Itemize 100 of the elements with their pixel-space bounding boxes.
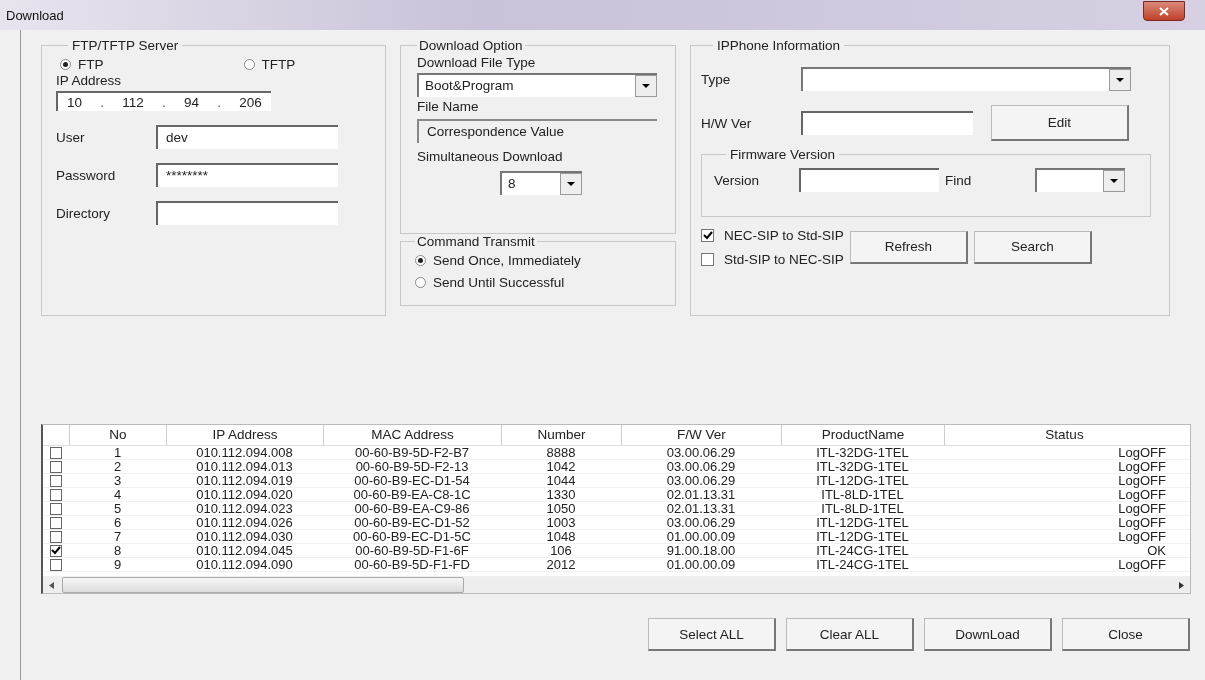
column-header[interactable]: Status bbox=[944, 425, 1184, 445]
edit-button[interactable]: Edit bbox=[991, 105, 1129, 141]
column-header[interactable]: MAC Address bbox=[323, 425, 501, 445]
column-header[interactable]: No bbox=[69, 425, 166, 445]
table-cell-text: LogOFF bbox=[1117, 558, 1167, 571]
horizontal-scrollbar[interactable] bbox=[43, 577, 1190, 593]
row-checkbox[interactable] bbox=[50, 558, 62, 571]
type-dropdown[interactable] bbox=[801, 67, 1131, 91]
table-cell-text: 00-60-B9-5D-F1-6F bbox=[354, 544, 470, 557]
radio-button[interactable] bbox=[60, 58, 71, 70]
table-cell-text: 3 bbox=[112, 474, 123, 487]
field-label: Type bbox=[701, 71, 732, 87]
table-cell-text: LogOFF bbox=[1117, 474, 1167, 487]
input-field[interactable]: ******** bbox=[156, 163, 338, 187]
table-cell-text: 00-60-B9-EA-C9-86 bbox=[353, 502, 471, 515]
table-cell-text: 00-60-B9-5D-F2-B7 bbox=[353, 446, 471, 459]
table-cell-text: 91.00.18.00 bbox=[665, 544, 737, 557]
field-label: Find bbox=[944, 172, 973, 188]
table-cell-text: 03.00.06.29 bbox=[665, 460, 737, 473]
action-button[interactable]: Select ALL bbox=[648, 618, 776, 651]
table-cell-text: 03.00.06.29 bbox=[665, 446, 737, 459]
table-cell-text: ITL-32DG-1TEL bbox=[815, 446, 910, 459]
radio-button[interactable] bbox=[415, 276, 426, 288]
checkbox-label[interactable]: NEC-SIP to Std-SIP bbox=[724, 227, 844, 243]
table-cell-text: ITL-12DG-1TEL bbox=[815, 516, 910, 529]
table-cell-text: 4 bbox=[112, 488, 123, 501]
input-field[interactable] bbox=[801, 111, 973, 135]
action-button[interactable]: Refresh bbox=[849, 230, 968, 264]
group-title: Command Transmit bbox=[416, 234, 536, 249]
table-cell-text: 02.01.13.31 bbox=[665, 502, 737, 515]
table-cell-text: LogOFF bbox=[1117, 488, 1167, 501]
close-button[interactable] bbox=[1143, 1, 1185, 21]
close-icon bbox=[1159, 6, 1169, 16]
row-checkbox[interactable] bbox=[50, 460, 62, 473]
radio-label[interactable]: Send Once, Immediately bbox=[433, 252, 581, 268]
row-checkbox[interactable] bbox=[50, 544, 62, 557]
row-checkbox[interactable] bbox=[50, 474, 62, 487]
table-cell-text: 02.01.13.31 bbox=[665, 488, 737, 501]
table-cell-text: ITL-24CG-1TEL bbox=[815, 544, 910, 557]
table-cell-text: ITL-8LD-1TEL bbox=[820, 488, 905, 501]
column-header[interactable]: Number bbox=[501, 425, 621, 445]
input-field[interactable] bbox=[156, 201, 338, 225]
table-cell-text: 00-60-B9-EC-D1-5C bbox=[352, 530, 472, 543]
column-header[interactable]: ProductName bbox=[781, 425, 944, 445]
row-checkbox[interactable] bbox=[50, 516, 62, 529]
table-cell-text: 00-60-B9-5D-F1-FD bbox=[353, 558, 471, 571]
group-title: Download Option bbox=[418, 38, 524, 53]
file-name-field: Correspondence Value bbox=[417, 119, 657, 143]
field-label: H/W Ver bbox=[701, 115, 753, 131]
group-title: FTP/TFTP Server bbox=[71, 38, 180, 53]
action-button[interactable]: Search bbox=[973, 230, 1092, 264]
column-header[interactable]: IP Address bbox=[166, 425, 323, 445]
radio-label[interactable]: FTP bbox=[78, 56, 104, 72]
row-checkbox[interactable] bbox=[50, 502, 62, 515]
action-button[interactable]: Clear ALL bbox=[786, 618, 914, 651]
radio-button[interactable] bbox=[243, 58, 255, 70]
check-icon bbox=[702, 230, 713, 240]
field-label: File Name bbox=[417, 98, 480, 116]
action-button[interactable]: Close bbox=[1062, 618, 1190, 651]
table-cell-text: 010.112.094.045 bbox=[195, 544, 294, 557]
table-cell-text: 1044 bbox=[545, 474, 577, 487]
group-title: Firmware Version bbox=[729, 147, 837, 162]
table-cell-text: 03.00.06.29 bbox=[665, 516, 737, 529]
file-type-dropdown[interactable]: Boot&Program bbox=[417, 73, 657, 97]
input-field[interactable] bbox=[799, 168, 939, 192]
table-cell-text: LogOFF bbox=[1117, 502, 1167, 515]
table-cell-text: 106 bbox=[549, 544, 573, 557]
window-title: Download bbox=[6, 7, 64, 23]
radio-label[interactable]: Send Until Successful bbox=[433, 274, 565, 290]
find-dropdown[interactable] bbox=[1035, 168, 1125, 192]
table-cell-text: 1042 bbox=[545, 460, 577, 473]
field-label: Download File Type bbox=[417, 54, 537, 72]
field-label: Directory bbox=[56, 205, 111, 221]
table-cell-text: 8888 bbox=[545, 446, 577, 459]
table-cell-text: 010.112.094.026 bbox=[195, 516, 294, 529]
column-header[interactable]: F/W Ver bbox=[621, 425, 781, 445]
simultaneous-dropdown[interactable]: 8 bbox=[500, 171, 582, 195]
input-field[interactable]: dev bbox=[156, 125, 338, 149]
table-cell-text: LogOFF bbox=[1117, 446, 1167, 459]
row-checkbox[interactable] bbox=[50, 446, 62, 459]
checkbox[interactable] bbox=[701, 228, 714, 242]
table-cell-text: 010.112.094.030 bbox=[195, 530, 294, 543]
row-checkbox[interactable] bbox=[50, 530, 62, 543]
row-checkbox[interactable] bbox=[50, 488, 62, 501]
scroll-right-icon bbox=[1179, 581, 1184, 589]
ip-address-field[interactable]: 10 . 112 . 94 . 206 bbox=[56, 91, 271, 111]
scroll-thumb[interactable] bbox=[62, 577, 464, 593]
checkbox[interactable] bbox=[701, 252, 714, 266]
checkbox-label[interactable]: Std-SIP to NEC-SIP bbox=[724, 251, 844, 267]
radio-label[interactable]: TFTP bbox=[261, 56, 296, 72]
radio-button[interactable] bbox=[415, 254, 426, 266]
action-button[interactable]: DownLoad bbox=[924, 618, 1052, 651]
table-cell-text: 2 bbox=[112, 460, 123, 473]
table-cell-text: 010.112.094.013 bbox=[195, 460, 294, 473]
table-cell-text: 1003 bbox=[545, 516, 577, 529]
table-cell-text: 9 bbox=[112, 558, 123, 571]
table-cell-text: 01.00.00.09 bbox=[665, 558, 737, 571]
table-cell-text: 00-60-B9-EA-C8-1C bbox=[352, 488, 472, 501]
table-cell-text: 010.112.094.023 bbox=[195, 502, 294, 515]
table-cell-text: OK bbox=[1147, 544, 1167, 557]
